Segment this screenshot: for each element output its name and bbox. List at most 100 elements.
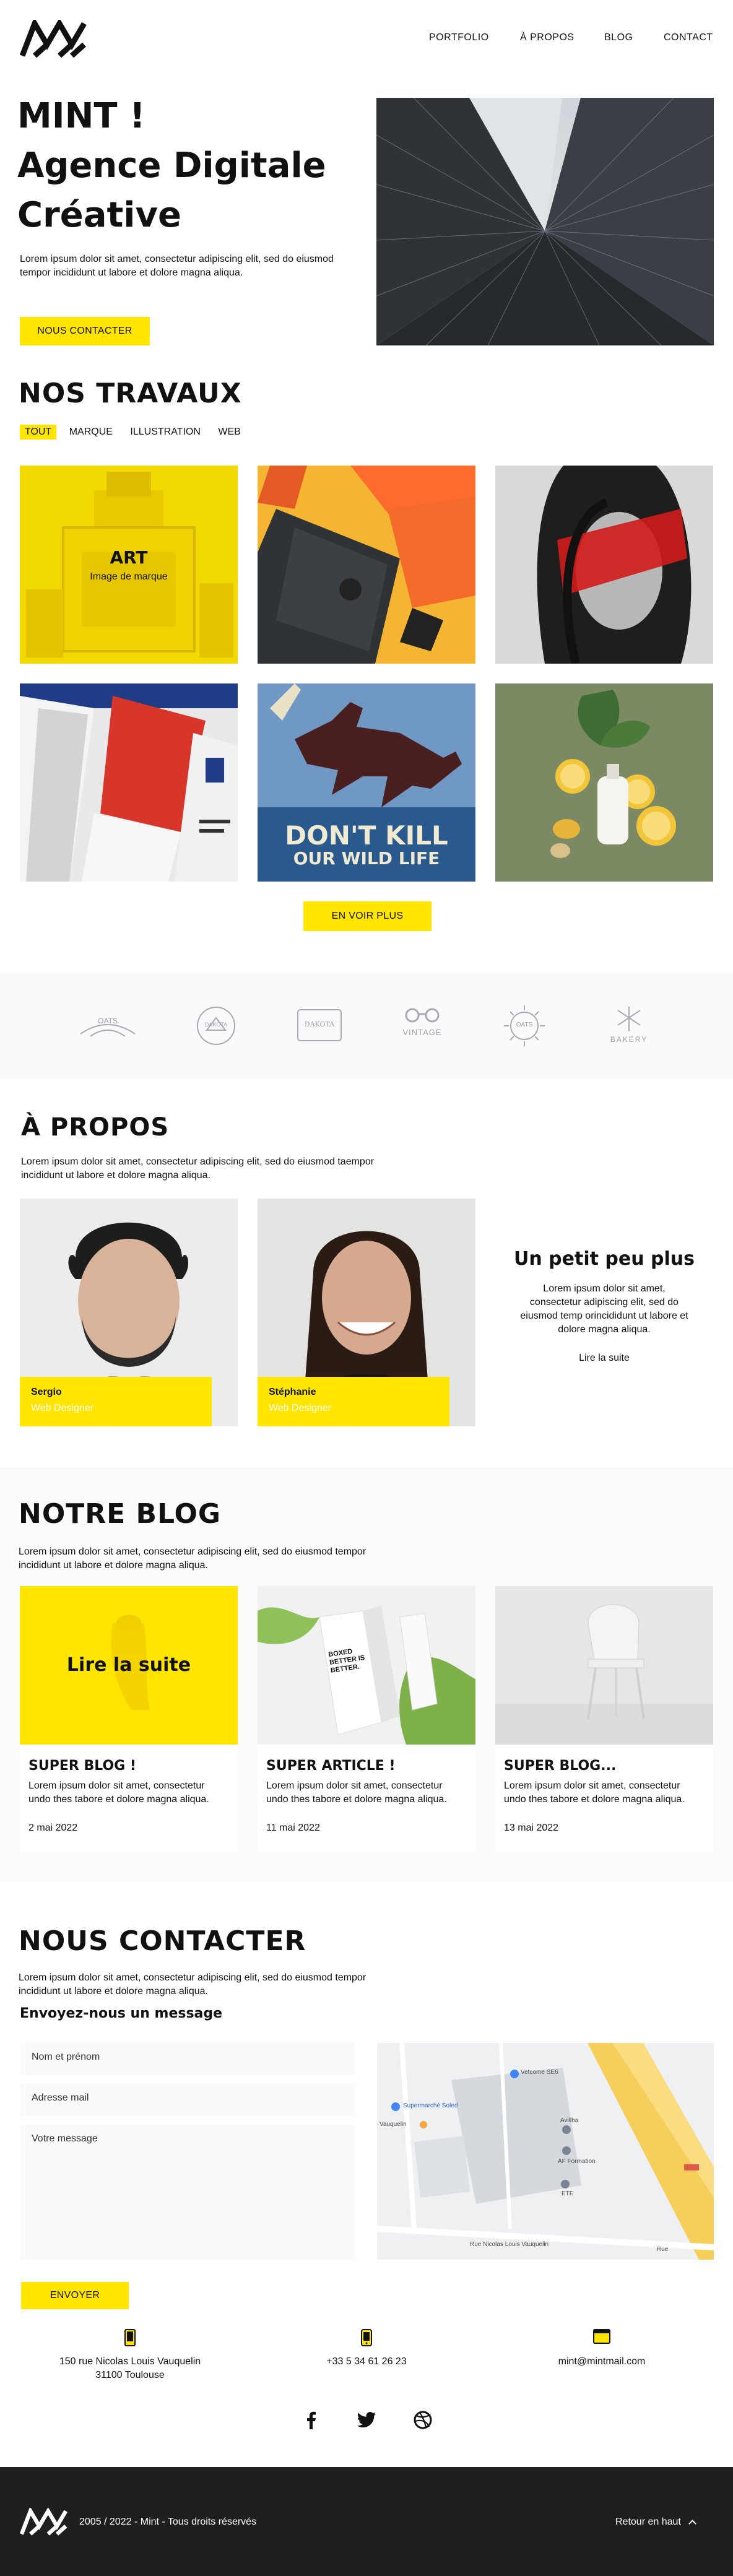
facebook-icon[interactable] — [305, 2411, 317, 2429]
work-card-castro[interactable] — [20, 683, 238, 882]
map-label-vauquelin: Vauquelin — [380, 2121, 407, 2128]
client-logo-oats-sun-label: OATS — [516, 1021, 533, 1028]
nav-blog[interactable]: BLOG — [604, 32, 633, 43]
client-logo-oats[interactable]: OATS — [78, 1009, 137, 1044]
blog-card-2-text: Lorem ipsum dolor sit amet, consectetur … — [266, 1780, 447, 1805]
phone-number[interactable]: +33 5 34 61 26 23 — [274, 2356, 459, 2367]
mobile-icon — [361, 2329, 372, 2346]
work-card-lemons[interactable] — [495, 683, 713, 882]
address-line1: 150 rue Nicolas Louis Vauquelin — [59, 2356, 201, 2367]
location-map[interactable]: Vetcome SE6 Supermarché Soled Vauquelin … — [377, 2043, 714, 2260]
see-more-button[interactable]: EN VOIR PLUS — [303, 901, 432, 931]
client-logo-dakota-round[interactable]: DAKOTA — [194, 1004, 238, 1047]
client-logo-dakota-rect[interactable]: DAKOTA — [296, 1008, 343, 1043]
client-logo-bakery-label: BAKERY — [610, 1035, 648, 1044]
phone-block: +33 5 34 61 26 23 — [274, 2329, 459, 2367]
address-line2: 31100 Toulouse — [95, 2370, 165, 2380]
blog-card-3-title: SUPER BLOG... — [504, 1758, 617, 1774]
blog-card-1-date: 2 mai 2022 — [28, 1823, 78, 1833]
map-label-supermarche: Supermarché Soled — [403, 2102, 458, 2109]
filter-marque[interactable]: MARQUE — [69, 425, 118, 440]
client-logo-vintage[interactable]: VINTAGE — [397, 1005, 447, 1045]
page: PORTFOLIO À PROPOS BLOG CONTACT MINT ! A… — [0, 0, 733, 2576]
work-card-overlay-title: ART — [110, 547, 148, 568]
client-logo-vintage-label: VINTAGE — [402, 1028, 442, 1037]
send-button[interactable]: ENVOYER — [21, 2282, 129, 2309]
footer-copyright: 2005 / 2022 - Mint - Tous droits réservé… — [79, 2517, 257, 2527]
message-field[interactable]: Votre message — [20, 2125, 355, 2260]
dribbble-icon[interactable] — [414, 2411, 432, 2429]
blog-card-1-overlay: Lire la suite — [66, 1654, 191, 1676]
blog-card-2-date: 11 mai 2022 — [266, 1823, 320, 1833]
castro-capital-books-illustration — [20, 683, 238, 882]
stephanie-name: Stéphanie — [269, 1387, 316, 1397]
client-logo-dakota-rect-label: DAKOTA — [304, 1020, 335, 1028]
poster-line1: DON'T KILL — [285, 820, 448, 851]
contact-subtitle: Envoyez-nous un message — [20, 2006, 223, 2021]
about-text: Lorem ipsum dolor sit amet, consectetur … — [21, 1156, 375, 1181]
blog-card-1-title: SUPER BLOG ! — [28, 1758, 136, 1774]
work-card-overlay: ART Image de marque — [20, 466, 238, 664]
map-label-rue: Rue — [657, 2246, 669, 2253]
client-logo-dakota-round-label: DAKOTA — [204, 1021, 228, 1028]
email-address[interactable]: mint@mintmail.com — [509, 2356, 695, 2367]
about-extra-title: Un petit peu plus — [514, 1248, 695, 1270]
contact-us-button[interactable]: NOUS CONTACTER — [20, 317, 150, 345]
nav-contact[interactable]: CONTACT — [664, 32, 713, 43]
filter-web[interactable]: WEB — [218, 425, 245, 440]
nav-portfolio[interactable]: PORTFOLIO — [429, 32, 489, 43]
read-more-link[interactable]: Lire la suite — [495, 1353, 713, 1364]
nav-a-propos[interactable]: À PROPOS — [520, 32, 575, 43]
client-logo-oats-label: OATS — [98, 1017, 118, 1025]
hero-text: Lorem ipsum dolor sit amet, consectetur … — [20, 254, 334, 278]
about-extra-text: Lorem ipsum dolor sit amet, consectetur … — [520, 1283, 688, 1335]
hero-title: MINT ! Agence Digitale Créative — [17, 92, 326, 240]
sergio-role: Web Designer — [31, 1403, 94, 1413]
client-logo-oats-sun[interactable]: OATS — [503, 1004, 546, 1047]
blog-card-2[interactable]: BOXED BETTER IS BETTER. SUPER ARTICLE ! … — [258, 1586, 475, 1852]
stephanie-caption: Stéphanie Web Designer — [258, 1377, 449, 1426]
client-logo-bakery[interactable]: BAKERY — [604, 1004, 654, 1049]
back-to-top-label: Retour en haut — [615, 2517, 681, 2527]
blog-card-1[interactable]: Lire la suite SUPER BLOG ! Lorem ipsum d… — [20, 1586, 238, 1852]
hero-building-image — [376, 98, 714, 345]
chevron-up-icon — [688, 2519, 697, 2528]
stephanie-role: Web Designer — [269, 1403, 332, 1413]
logo[interactable] — [19, 17, 89, 58]
blog-card-1-text: Lorem ipsum dolor sit amet, consectetur … — [28, 1780, 209, 1805]
works-title: NOS TRAVAUX — [19, 378, 242, 409]
works-filters: TOUT MARQUE ILLUSTRATION WEB — [20, 425, 256, 440]
mail-icon — [593, 2329, 610, 2344]
back-to-top-link[interactable]: Retour en haut — [615, 2517, 697, 2528]
poster-line2: OUR WILD LIFE — [293, 848, 440, 869]
contact-text: Lorem ipsum dolor sit amet, consectetur … — [19, 1972, 366, 1997]
address-block: 150 rue Nicolas Louis Vauquelin 31100 To… — [37, 2329, 223, 2381]
client-logos-strip: OATS DAKOTA DAKOTA VINTAGE OATS BAKERY — [0, 973, 733, 1078]
sergio-caption: Sergio Web Designer — [20, 1377, 212, 1426]
design-tablet-illustration — [258, 466, 475, 664]
work-card-wildlife-poster[interactable]: DON'T KILL OUR WILD LIFE — [258, 683, 475, 882]
name-field[interactable]: Nom et prénom — [20, 2043, 355, 2075]
map-label-vetcome: Vetcome SE6 — [521, 2069, 558, 2076]
footer: 2005 / 2022 - Mint - Tous droits réservé… — [0, 2467, 733, 2576]
filter-illustration[interactable]: ILLUSTRATION — [130, 425, 206, 440]
work-card-art[interactable]: ART Image de marque — [20, 466, 238, 664]
email-field[interactable]: Adresse mail — [20, 2084, 355, 2116]
blog-card-3[interactable]: SUPER BLOG... Lorem ipsum dolor sit amet… — [495, 1586, 713, 1852]
team-card-sergio[interactable]: Sergio Web Designer — [20, 1199, 238, 1426]
sergio-name: Sergio — [31, 1387, 62, 1397]
blog-card-2-title: SUPER ARTICLE ! — [266, 1758, 396, 1774]
work-card-portrait-red[interactable] — [495, 466, 713, 664]
filter-tout[interactable]: TOUT — [20, 425, 57, 440]
hero-title-line1: MINT ! — [17, 96, 145, 136]
twitter-icon[interactable] — [357, 2412, 376, 2428]
map-label-ete: ETE — [562, 2190, 574, 2197]
blog-card-2-image: BOXED BETTER IS BETTER. — [258, 1586, 475, 1745]
work-card-design-tablet[interactable] — [258, 466, 475, 664]
footer-logo[interactable] — [19, 2506, 69, 2536]
blog-title: NOTRE BLOG — [19, 1498, 222, 1530]
poster-text: DON'T KILL OUR WILD LIFE — [258, 822, 475, 868]
map-label-af-formation: AF Formation — [558, 2158, 596, 2165]
hero-title-line3: Créative — [17, 195, 181, 235]
team-card-stephanie[interactable]: Stéphanie Web Designer — [258, 1199, 475, 1426]
